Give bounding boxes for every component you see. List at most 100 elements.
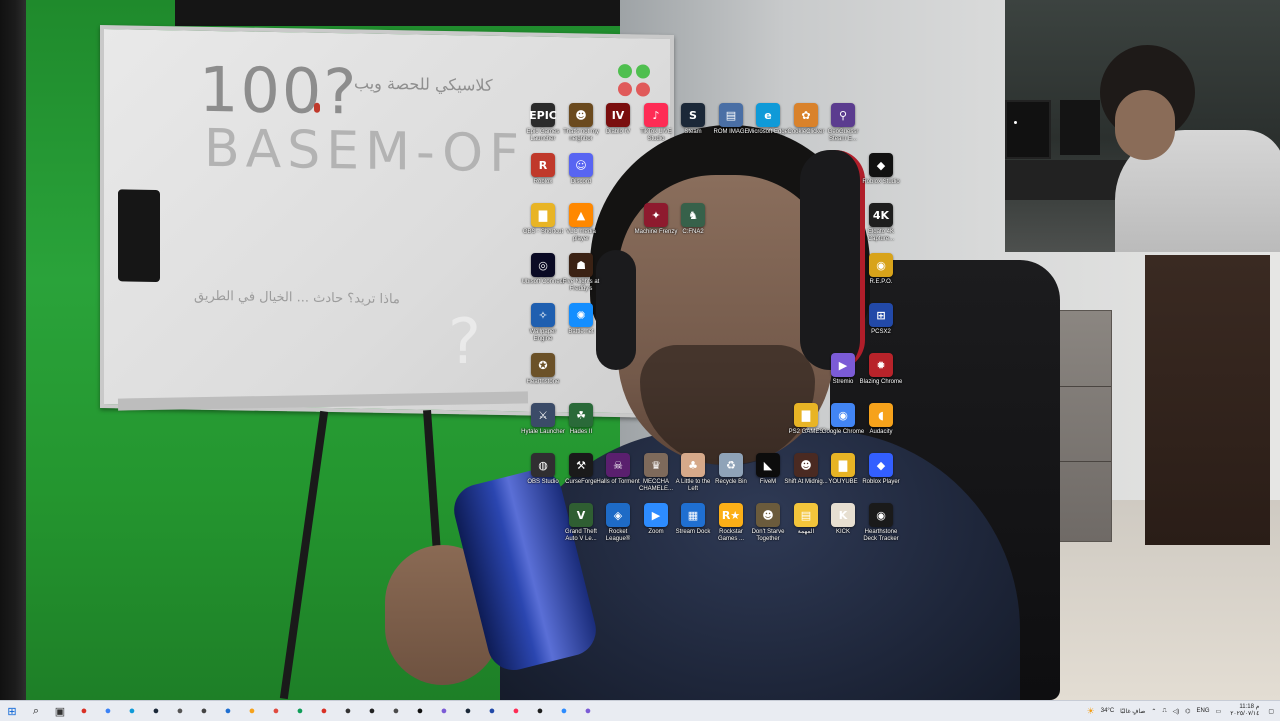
desktop-icon-roblox-studio[interactable]: ◆ Roblox Studio bbox=[861, 153, 901, 186]
taskbar-app-2-button[interactable]: ● bbox=[96, 701, 120, 721]
desktop-icon-hades-ii[interactable]: ☘ Hades II bbox=[561, 403, 601, 436]
desktop-icon-thats-not-my-neighbor[interactable]: ☻ That's not my neighbor bbox=[561, 103, 601, 143]
network-icon[interactable]: ⌬ bbox=[1185, 708, 1190, 715]
desktop-icon-blazing-chrome[interactable]: ✹ Blazing Chrome bbox=[860, 353, 902, 386]
taskbar-app-8-button[interactable]: ● bbox=[240, 701, 264, 721]
clock-date: ٢٠٢٥/٠٧/١٤ bbox=[1230, 711, 1260, 717]
weather-desc[interactable]: صافٍ غالبًا bbox=[1120, 708, 1145, 715]
taskbar-app-14-button[interactable]: ● bbox=[384, 701, 408, 721]
desktop-icon-audacity[interactable]: ◖ Audacity bbox=[861, 403, 901, 436]
desktop-icon-microsoft-edge[interactable]: e Microsoft Edge bbox=[748, 103, 788, 136]
desktop-icon-repo[interactable]: ◉ R.E.P.O. bbox=[861, 253, 901, 286]
taskbar-app-21-button[interactable]: ● bbox=[552, 701, 576, 721]
system-tray: ☀ 34°C صافٍ غالبًا ⌃ ⎍ ◁) ⌬ ENG ▭ 11:18 … bbox=[1084, 701, 1280, 721]
desktop-icon-gta-v[interactable]: V Grand Theft Auto V Le... bbox=[561, 503, 601, 543]
desktop-icon-ubisoft-connect[interactable]: ◎ Ubisoft Connect bbox=[522, 253, 564, 286]
taskbar-app-3-button[interactable]: ● bbox=[120, 701, 144, 721]
taskbar-task-view-button[interactable]: ▣ bbox=[48, 701, 72, 721]
taskbar-app-9-button[interactable]: ● bbox=[264, 701, 288, 721]
taskbar-app-4-button[interactable]: ● bbox=[144, 701, 168, 721]
desktop-icon-discord[interactable]: ☺ Discord bbox=[561, 153, 601, 186]
desktop-icon-cookie-clicker[interactable]: ✿ CookieClicker bbox=[786, 103, 826, 136]
app-2-icon: ● bbox=[104, 705, 112, 717]
desktop-icon-ps2-games[interactable]: ▇ PS2 GAMES bbox=[786, 403, 826, 436]
app-9-icon: ● bbox=[272, 705, 280, 717]
desktop-icon-fnaf[interactable]: ☗ Five Nights at Freddy's bbox=[561, 253, 601, 293]
app-5-icon: ● bbox=[176, 705, 184, 717]
desktop-icon-rockstar-games[interactable]: R★ Rockstar Games ... bbox=[711, 503, 751, 543]
desktop-icon-battlenet[interactable]: ✺ Battle.net bbox=[561, 303, 601, 336]
desktop-icon-hytale-launcher[interactable]: ⚔ Hytale Launcher bbox=[521, 403, 565, 436]
show-desktop-icon[interactable]: ▢ bbox=[1268, 708, 1274, 715]
desktop-icon-dont-starve-together[interactable]: ☻ Don't Starve Together bbox=[748, 503, 788, 543]
weather-temp[interactable]: 34°C bbox=[1101, 708, 1114, 714]
desktop-icon-roblox[interactable]: R Roblox bbox=[523, 153, 563, 186]
taskbar-app-5-button[interactable]: ● bbox=[168, 701, 192, 721]
desktop-icon-machine-frenzy[interactable]: ✦ Machine Frenzy bbox=[635, 203, 677, 236]
desktop-icon-hearthstone[interactable]: ✪ Hearthstone bbox=[523, 353, 563, 386]
desktop-icon-obs-studio[interactable]: ◍ OBS Studio bbox=[523, 453, 563, 486]
repo-icon: ◉ bbox=[869, 253, 893, 277]
desktop-icon-epic-games[interactable]: EPIC Epic Games Launcher bbox=[523, 103, 563, 143]
desktop-icon-rocket-league[interactable]: ◈ Rocket League® bbox=[598, 503, 638, 543]
desktop-icon-arabic-doc[interactable]: ▤ المهمة bbox=[786, 503, 826, 536]
taskbar-search-button[interactable]: ⌕ bbox=[24, 701, 48, 721]
taskbar-app-15-button[interactable]: ● bbox=[408, 701, 432, 721]
taskbar-app-22-button[interactable]: ● bbox=[576, 701, 600, 721]
taskbar-app-17-button[interactable]: ● bbox=[456, 701, 480, 721]
desktop-icon-wallpaper-engine[interactable]: ✧ Wallpaper Engine bbox=[523, 303, 563, 343]
notification-icon[interactable]: ▭ bbox=[1216, 708, 1222, 715]
desktop-icon-unnamed-1[interactable]: ♞ C:FNA2 bbox=[673, 203, 713, 236]
taskbar-app-13-button[interactable]: ● bbox=[360, 701, 384, 721]
desktop-icon-rom-image[interactable]: ▤ ROM IMAGE bbox=[711, 103, 751, 136]
taskbar-app-20-button[interactable]: ● bbox=[528, 701, 552, 721]
app-16-icon: ● bbox=[440, 705, 448, 717]
desktop-icon-a-little-to-the-left[interactable]: ♣ A Little to the Left bbox=[673, 453, 713, 493]
desktop-icon-stremio[interactable]: ▶ Stremio bbox=[823, 353, 863, 386]
taskbar-app-12-button[interactable]: ● bbox=[336, 701, 360, 721]
taskbar-start-button[interactable]: ⊞ bbox=[0, 701, 24, 721]
desktop-icon-zoom[interactable]: ▶ Zoom bbox=[636, 503, 676, 536]
desktop-icon-halls-of-torment[interactable]: ☠ Halls of Torment bbox=[596, 453, 640, 486]
desktop-icon-pcsx2[interactable]: ⊞ PCSX2 bbox=[861, 303, 901, 336]
machine-frenzy-icon: ✦ bbox=[644, 203, 668, 227]
desktop-icon-tiktok-live-studio[interactable]: ♪ TikTok LIVE Studio bbox=[636, 103, 676, 143]
desktop-icon-diablo-iv[interactable]: IV Diablo IV bbox=[598, 103, 638, 136]
desktop-icon-meccha-chameleon[interactable]: ♛ MECCHA CHAMELE... bbox=[636, 453, 676, 493]
desktop-icon-shift-at-midnight[interactable]: ☻ Shift At Midnig... bbox=[784, 453, 828, 486]
desktop-icon-fivem[interactable]: ◣ FiveM bbox=[748, 453, 788, 486]
desktop-icon-curseforge[interactable]: ⚒ CurseForge bbox=[561, 453, 601, 486]
taskbar-app-10-button[interactable]: ● bbox=[288, 701, 312, 721]
chevron-up-icon[interactable]: ⌃ bbox=[1151, 708, 1156, 715]
rocket-league-icon: ◈ bbox=[606, 503, 630, 527]
desktop-icon-roblox-player[interactable]: ◆ Roblox Player bbox=[861, 453, 901, 486]
taskbar-app-11-button[interactable]: ● bbox=[312, 701, 336, 721]
desktop-icon-stream-dock[interactable]: ▦ Stream Dock bbox=[673, 503, 713, 536]
desktop-icon-label: PCSX2 bbox=[871, 329, 891, 335]
monitor bbox=[1060, 100, 1100, 155]
desktop-icon-kick[interactable]: K KICK bbox=[823, 503, 863, 536]
desktop-icon-steam[interactable]: S Steam bbox=[673, 103, 713, 136]
taskbar-app-18-button[interactable]: ● bbox=[480, 701, 504, 721]
volume-icon[interactable]: ◁) bbox=[1173, 708, 1180, 715]
usb-icon[interactable]: ⎍ bbox=[1162, 708, 1166, 715]
desktop-icon-hearthstone-deck-tracker[interactable]: ◉ Hearthstone Deck Tracker bbox=[861, 503, 901, 543]
desktop-icon-geoguessr-steam[interactable]: ⚲ GeoGuessr Steam E... bbox=[823, 103, 863, 143]
desktop-icon-youyube[interactable]: ▇ YOUYUBE bbox=[823, 453, 863, 486]
language-indicator[interactable]: ENG bbox=[1197, 708, 1210, 714]
clock[interactable]: 11:18 م ٢٠٢٥/٠٧/١٤ bbox=[1230, 704, 1259, 718]
desktop-icon-recycle-bin[interactable]: ♻ Recycle Bin bbox=[711, 453, 751, 486]
weather-icon[interactable]: ☀ bbox=[1087, 706, 1095, 717]
taskbar-app-19-button[interactable]: ● bbox=[504, 701, 528, 721]
taskbar-app-6-button[interactable]: ● bbox=[192, 701, 216, 721]
taskbar-app-16-button[interactable]: ● bbox=[432, 701, 456, 721]
desktop-icon-4k-capture[interactable]: 4K Elgato 4K Capture... bbox=[861, 203, 901, 243]
hearthstone-icon: ✪ bbox=[531, 353, 555, 377]
taskbar-app-1-button[interactable]: ● bbox=[72, 701, 96, 721]
desktop-icon-obs-shortcut[interactable]: ▇ OBS - Shortcut bbox=[523, 203, 563, 236]
meccha-chameleon-icon: ♛ bbox=[644, 453, 668, 477]
taskbar: ⊞ ⌕ ▣ ● ● ● ● ● ● ● ● ● ● ● ● ● ● ● ● ● ● ● ● ● ● ☀ 34°C صافٍ غا… bbox=[0, 700, 1280, 721]
desktop-icon-google-chrome[interactable]: ◉ Google Chrome bbox=[822, 403, 864, 436]
desktop-icon-vlc[interactable]: ▲ VLC media player bbox=[561, 203, 601, 243]
taskbar-app-7-button[interactable]: ● bbox=[216, 701, 240, 721]
